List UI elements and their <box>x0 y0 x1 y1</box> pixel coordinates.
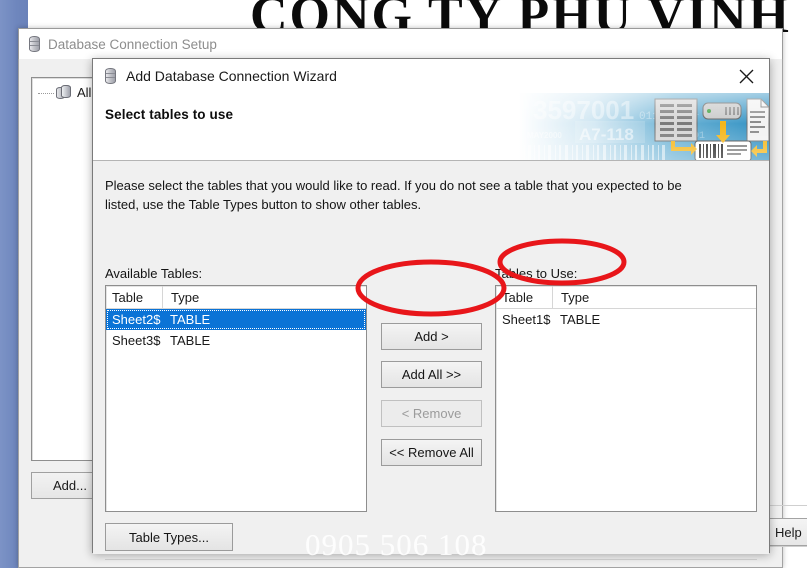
close-icon[interactable] <box>724 59 769 93</box>
table-row[interactable]: Sheet1$ TABLE <box>496 309 756 330</box>
column-header-table[interactable]: Table <box>496 290 552 305</box>
remove-all-button[interactable]: << Remove All <box>381 439 482 466</box>
wizard-title: Add Database Connection Wizard <box>126 68 337 84</box>
parent-window-titlebar[interactable]: Database Connection Setup <box>18 28 783 59</box>
banner-artwork: 3597001 011010 A7-118 MAY2000 <box>519 93 769 160</box>
wizard-body: Please select the tables that you would … <box>93 161 769 560</box>
database-icon <box>104 68 117 84</box>
screen: CÔNG TY PHÚ VINH Database Connection Set… <box>0 0 807 568</box>
tables-to-use-header: Table Type <box>496 286 756 309</box>
table-types-button[interactable]: Table Types... <box>105 523 233 551</box>
column-header-type[interactable]: Type <box>552 286 756 309</box>
tree-item-all[interactable]: All <box>56 85 91 100</box>
remove-button: < Remove <box>381 400 482 427</box>
table-name: Sheet2$ <box>112 312 161 327</box>
wizard-step-heading: Select tables to use <box>105 107 234 122</box>
table-name: Sheet1$ <box>502 312 551 327</box>
wizard-instructions: Please select the tables that you would … <box>105 178 682 212</box>
background-watermark: 0905 506 108 <box>305 527 488 562</box>
available-tables-label: Available Tables: <box>105 266 203 281</box>
available-tables-header: Table Type <box>106 286 366 309</box>
database-icon <box>28 36 41 52</box>
add-database-connection-wizard-dialog: Add Database Connection Wizard Select ta… <box>92 58 770 560</box>
tree-connector <box>38 93 54 94</box>
database-multi-icon <box>56 85 73 100</box>
tree-item-all-label: All <box>77 85 92 100</box>
table-row[interactable]: Sheet2$ TABLE <box>106 309 366 330</box>
column-header-type[interactable]: Type <box>162 286 366 309</box>
table-type: TABLE <box>560 312 601 327</box>
wizard-banner: Select tables to use <box>93 93 769 161</box>
table-type: TABLE <box>170 312 211 327</box>
available-tables-list[interactable]: Table Type Sheet2$ TABLE Sheet3$ TABLE <box>105 285 367 512</box>
add-all-button[interactable]: Add All >> <box>381 361 482 388</box>
table-type: TABLE <box>170 333 211 348</box>
parent-help-button[interactable]: Help <box>766 518 807 546</box>
column-header-table[interactable]: Table <box>106 290 162 305</box>
wizard-titlebar[interactable]: Add Database Connection Wizard <box>93 59 769 93</box>
tables-to-use-label: Tables to Use: <box>495 266 578 281</box>
parent-window-title: Database Connection Setup <box>48 36 217 52</box>
add-button[interactable]: Add > <box>381 323 482 350</box>
table-name: Sheet3$ <box>112 333 161 348</box>
tables-to-use-list[interactable]: Table Type Sheet1$ TABLE <box>495 285 757 512</box>
table-row[interactable]: Sheet3$ TABLE <box>106 330 366 351</box>
